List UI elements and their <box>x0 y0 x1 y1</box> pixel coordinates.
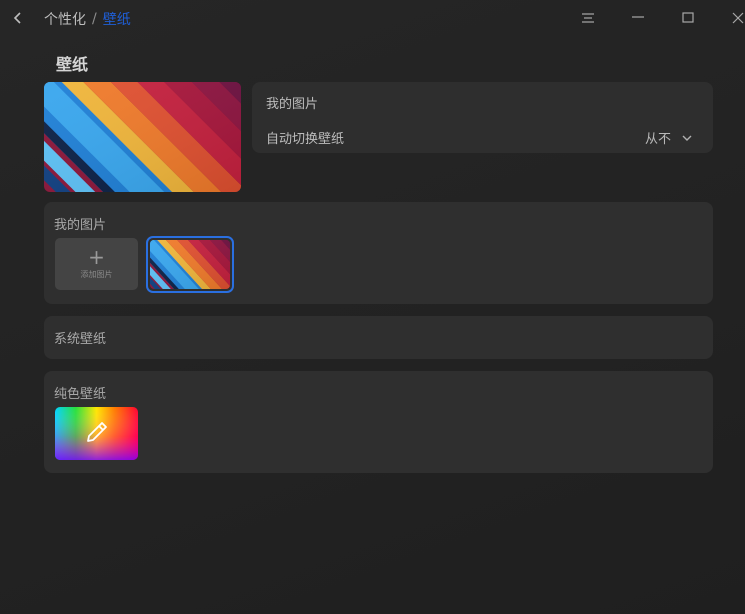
current-wallpaper-info: 我的图片 自动切换壁纸 从不 <box>252 82 713 153</box>
system-wallpapers-section[interactable]: 系统壁纸 <box>44 316 713 359</box>
chevron-left-icon <box>13 12 21 24</box>
add-picture-label: 添加图片 <box>80 270 113 279</box>
solid-wallpapers-section: 纯色壁纸 <box>44 371 713 473</box>
auto-switch-value: 从不 <box>644 132 671 147</box>
page-title: 壁纸 <box>56 55 89 74</box>
maximize-icon <box>682 12 694 23</box>
menu-icon <box>582 13 594 23</box>
current-wallpaper-preview[interactable] <box>44 82 241 192</box>
breadcrumb: 个性化 / 壁纸 <box>44 9 131 29</box>
system-wallpapers-title: 系统壁纸 <box>54 332 107 347</box>
maximize-button[interactable] <box>676 6 700 30</box>
title-bar: 个性化 / 壁纸 <box>0 0 745 36</box>
plus-icon: + <box>88 245 105 269</box>
wallpaper-source-label: 我的图片 <box>266 97 319 112</box>
breadcrumb-parent[interactable]: 个性化 <box>44 9 86 29</box>
minimize-icon <box>632 16 644 18</box>
menu-button[interactable] <box>576 6 600 30</box>
back-button[interactable] <box>6 6 30 30</box>
solid-wallpapers-title: 纯色壁纸 <box>54 387 107 402</box>
auto-switch-label: 自动切换壁纸 <box>266 132 345 147</box>
breadcrumb-current: 壁纸 <box>102 12 131 28</box>
custom-color-button[interactable] <box>55 407 138 460</box>
wallpaper-thumbnail-selected[interactable] <box>146 236 234 293</box>
breadcrumb-separator: / <box>92 11 97 27</box>
auto-switch-dropdown[interactable]: 从不 <box>645 128 693 147</box>
close-icon <box>732 12 744 24</box>
add-picture-button[interactable]: + 添加图片 <box>55 238 138 290</box>
my-pictures-section: 我的图片 + 添加图片 <box>44 202 713 304</box>
chevron-down-icon <box>682 135 692 141</box>
close-button[interactable] <box>726 6 745 30</box>
my-pictures-title: 我的图片 <box>54 218 107 233</box>
minimize-button[interactable] <box>626 6 650 30</box>
